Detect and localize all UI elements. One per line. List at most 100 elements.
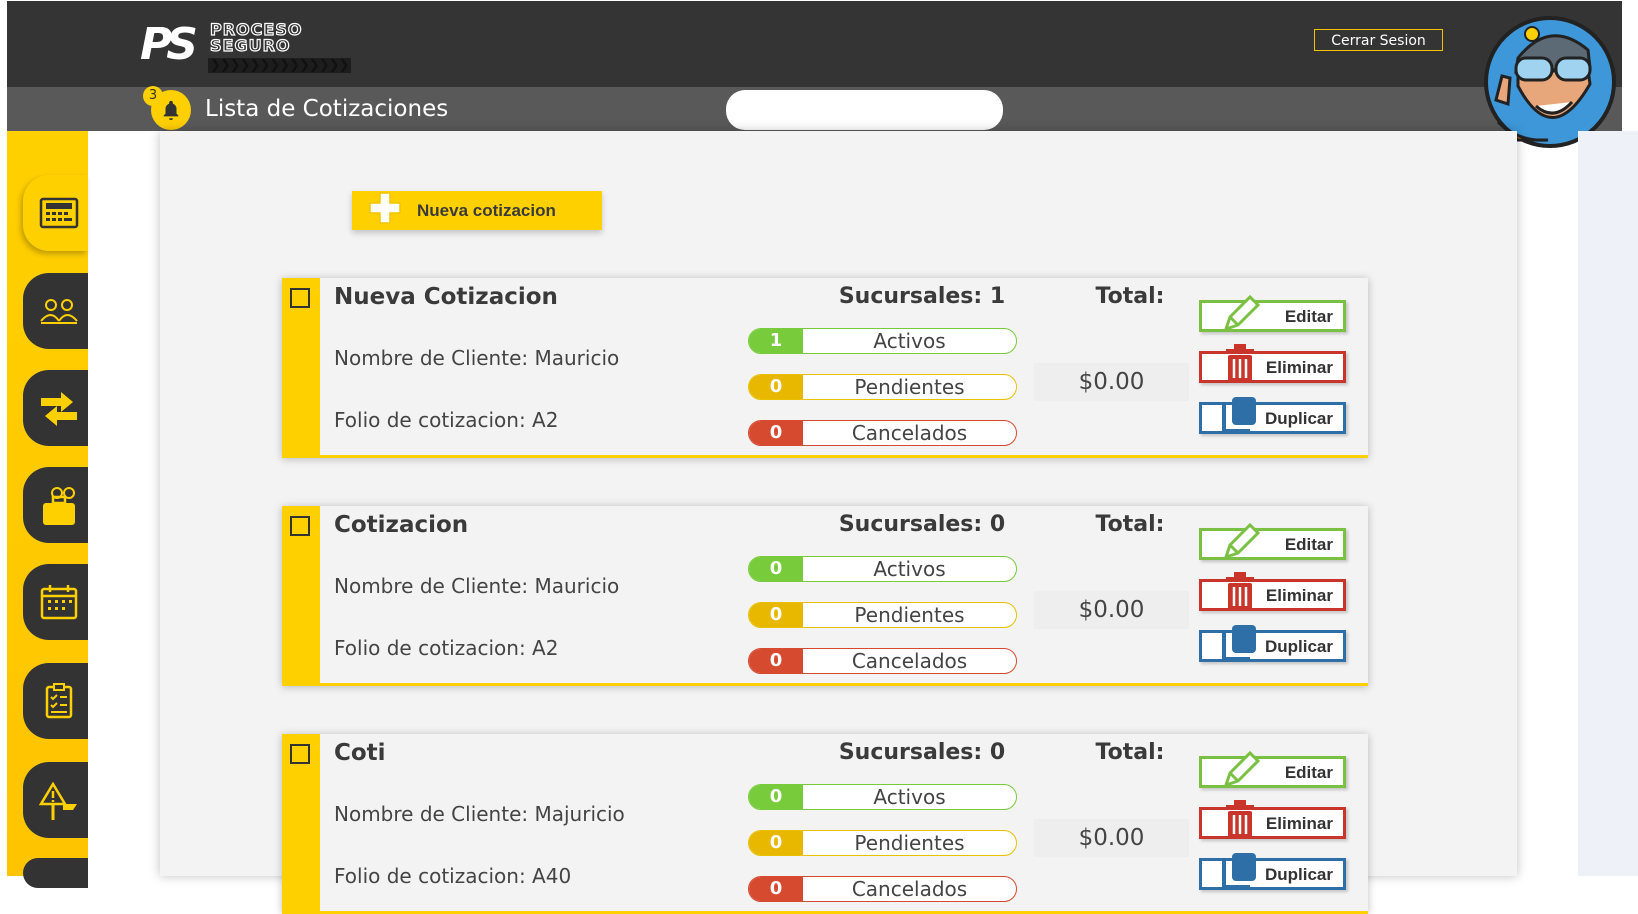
edit-label: Editar — [1284, 307, 1333, 326]
delete-label: Eliminar — [1265, 586, 1333, 605]
quote-folio: Folio de cotizacion: A40 — [334, 864, 572, 888]
cancelled-label: Cancelados — [851, 649, 968, 673]
select-checkbox[interactable] — [290, 288, 310, 308]
notifications-count-badge: 3 — [143, 86, 163, 106]
logo-chevrons: ❯❯❯❯❯❯❯❯❯❯❯❯❯❯ — [208, 58, 351, 73]
logo-word-2: SEGURO — [209, 36, 291, 55]
active-label: Activos — [873, 785, 946, 809]
cancelled-label: Cancelados — [851, 877, 968, 901]
delete-button[interactable]: Eliminar — [1199, 344, 1346, 383]
edit-button[interactable]: Editar — [1199, 750, 1346, 788]
branches-count: Sucursales: 0 — [838, 740, 1006, 765]
edit-button[interactable]: Editar — [1199, 522, 1346, 560]
edit-button[interactable]: Editar — [1199, 294, 1346, 332]
duplicate-button[interactable]: Duplicar — [1199, 853, 1346, 890]
active-count: 0 — [749, 557, 803, 581]
proceso-seguro-logo[interactable]: PS PROCESO SEGURO ❯❯❯❯❯❯❯❯❯❯❯❯❯❯ — [140, 19, 351, 73]
clients-icon — [40, 299, 78, 324]
total-value: $0.00 — [1034, 591, 1189, 629]
edit-label: Editar — [1284, 763, 1333, 782]
duplicate-label: Duplicar — [1264, 409, 1333, 428]
client-name: Nombre de Cliente: Mauricio — [334, 346, 620, 370]
delete-label: Eliminar — [1265, 358, 1333, 377]
logout-button[interactable]: Cerrar Sesion — [1314, 29, 1443, 51]
cancelled-status-pill: 0 Cancelados — [748, 420, 1017, 446]
pending-label: Pendientes — [854, 603, 965, 627]
cancelled-count: 0 — [749, 877, 803, 901]
client-name: Nombre de Cliente: Majuricio — [334, 802, 625, 826]
active-status-pill: 0 Activos — [748, 784, 1017, 810]
sidebar-item-checklist[interactable] — [23, 663, 88, 739]
pending-status-pill: 0 Pendientes — [748, 830, 1017, 856]
sidebar-item-more[interactable] — [23, 858, 88, 888]
pencil-icon — [1223, 522, 1261, 560]
trash-icon — [1226, 572, 1254, 610]
duplicate-button[interactable]: Duplicar — [1199, 397, 1346, 434]
quote-card: Nueva Cotizacion Nombre de Cliente: Maur… — [282, 278, 1368, 458]
cancelled-status-pill: 0 Cancelados — [748, 648, 1017, 674]
briefcase-icon — [43, 487, 75, 525]
pending-count: 0 — [749, 375, 803, 399]
calculator-icon — [39, 197, 79, 229]
client-name: Nombre de Cliente: Mauricio — [334, 574, 620, 598]
sidebar-item-transfers[interactable] — [23, 370, 88, 446]
sidebar-item-quotes[interactable] — [23, 175, 88, 251]
transfer-icon — [41, 392, 77, 426]
calendar-icon — [40, 585, 78, 620]
total-value: $0.00 — [1034, 363, 1189, 401]
avatar-mascot[interactable] — [1478, 10, 1628, 148]
cancelled-status-pill: 0 Cancelados — [748, 876, 1017, 902]
trash-icon — [1226, 344, 1254, 382]
quote-name: Coti — [334, 740, 386, 766]
active-label: Activos — [873, 329, 946, 353]
pencil-icon — [1223, 294, 1261, 332]
checklist-icon — [45, 683, 73, 719]
branches-count: Sucursales: 0 — [838, 512, 1006, 537]
quote-folio: Folio de cotizacion: A2 — [334, 408, 559, 432]
cancelled-label: Cancelados — [851, 421, 968, 445]
search-input[interactable] — [726, 90, 1003, 130]
delete-label: Eliminar — [1265, 814, 1333, 833]
active-status-pill: 0 Activos — [748, 556, 1017, 582]
sidebar-item-sales[interactable] — [23, 467, 88, 543]
total-label: Total: — [1095, 512, 1165, 537]
bell-icon — [163, 100, 179, 121]
quote-name: Cotizacion — [334, 512, 469, 538]
copy-icon — [1222, 397, 1256, 433]
active-count: 0 — [749, 785, 803, 809]
quote-card: Cotizacion Nombre de Cliente: Mauricio F… — [282, 506, 1368, 686]
page-title: Lista de Cotizaciones — [205, 96, 449, 122]
cancelled-count: 0 — [749, 649, 803, 673]
duplicate-button[interactable]: Duplicar — [1199, 625, 1346, 662]
sidebar-item-alerts[interactable] — [23, 762, 88, 838]
pending-label: Pendientes — [854, 375, 965, 399]
quote-folio: Folio de cotizacion: A2 — [334, 636, 559, 660]
new-quote-label: Nueva cotizacion — [417, 201, 556, 220]
pending-status-pill: 0 Pendientes — [748, 602, 1017, 628]
warning-sign-icon — [39, 782, 77, 820]
trash-icon — [1226, 800, 1254, 838]
pencil-icon — [1223, 750, 1261, 788]
quote-card: Coti Nombre de Cliente: Majuricio Folio … — [282, 734, 1368, 914]
sidebar-item-clients[interactable] — [23, 273, 88, 349]
page-background-right — [1578, 131, 1638, 876]
quote-name: Nueva Cotizacion — [334, 284, 558, 310]
active-status-pill: 1 Activos — [748, 328, 1017, 354]
pending-status-pill: 0 Pendientes — [748, 374, 1017, 400]
pending-count: 0 — [749, 603, 803, 627]
select-checkbox[interactable] — [290, 516, 310, 536]
delete-button[interactable]: Eliminar — [1199, 572, 1346, 611]
duplicate-label: Duplicar — [1264, 865, 1333, 884]
copy-icon — [1222, 853, 1256, 889]
new-quote-button[interactable]: Nueva cotizacion — [352, 191, 602, 230]
plus-icon — [369, 192, 401, 224]
delete-button[interactable]: Eliminar — [1199, 800, 1346, 839]
sidebar-item-calendar[interactable] — [23, 564, 88, 640]
logo-mark: PS — [140, 19, 198, 70]
pending-count: 0 — [749, 831, 803, 855]
duplicate-label: Duplicar — [1264, 637, 1333, 656]
active-count: 1 — [749, 329, 803, 353]
copy-icon — [1222, 625, 1256, 661]
branches-count: Sucursales: 1 — [838, 284, 1006, 309]
select-checkbox[interactable] — [290, 744, 310, 764]
